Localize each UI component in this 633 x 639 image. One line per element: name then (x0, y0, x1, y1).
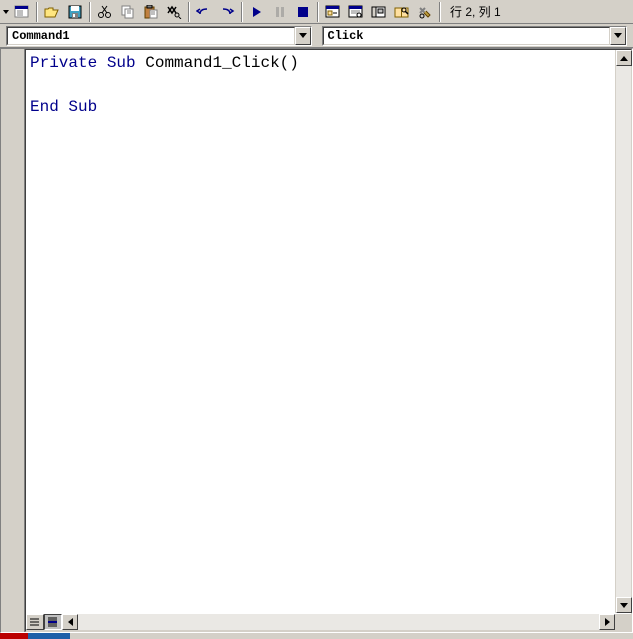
editor-inner: Private Sub Command1_Click() End Sub (25, 49, 632, 632)
procedure-view-button[interactable] (26, 614, 44, 630)
scroll-right-button[interactable] (599, 614, 615, 630)
code-navigator-bar: Command1 Click (0, 24, 633, 48)
procedure-combo-arrow[interactable] (610, 27, 626, 45)
save-button[interactable] (64, 2, 86, 22)
procedure-combo-value: Click (323, 27, 611, 45)
copy-button[interactable] (117, 2, 139, 22)
scroll-left-button[interactable] (62, 614, 78, 630)
stop-button[interactable] (292, 2, 314, 22)
properties-button[interactable] (345, 2, 367, 22)
editor-frame: Private Sub Command1_Click() End Sub (0, 48, 633, 633)
main-toolbar: 行 2, 列 1 (0, 0, 633, 24)
object-combo-value: Command1 (7, 27, 295, 45)
toolbox-button[interactable] (414, 2, 436, 22)
cursor-position-label: 行 2, 列 1 (450, 3, 501, 20)
toolbar-separator (188, 2, 190, 22)
form-icon[interactable] (11, 2, 33, 22)
find-button[interactable] (163, 2, 185, 22)
keyword: Private (30, 54, 97, 72)
scroll-down-button[interactable] (616, 597, 632, 613)
toolbar-dropdown-arrow[interactable] (2, 2, 10, 22)
scroll-corner (615, 614, 631, 630)
horizontal-scrollbar[interactable] (62, 614, 615, 630)
toolbar-separator (317, 2, 319, 22)
scroll-track[interactable] (616, 66, 631, 597)
scroll-up-button[interactable] (616, 50, 632, 66)
code-editor[interactable]: Private Sub Command1_Click() End Sub (26, 50, 615, 613)
editor-bottom-bar (26, 613, 631, 631)
open-button[interactable] (41, 2, 63, 22)
run-button[interactable] (246, 2, 268, 22)
taskbar-hint (0, 633, 633, 639)
project-explorer-button[interactable] (322, 2, 344, 22)
form-layout-button[interactable] (368, 2, 390, 22)
toolbar-separator (439, 2, 441, 22)
object-combo[interactable]: Command1 (6, 26, 312, 46)
scroll-track[interactable] (78, 614, 599, 630)
object-browser-button[interactable] (391, 2, 413, 22)
full-module-view-button[interactable] (44, 614, 62, 630)
keyword: End Sub (30, 98, 97, 116)
identifier: Command1_Click() (145, 54, 299, 72)
editor-gutter (1, 49, 25, 632)
toolbar-separator (36, 2, 38, 22)
redo-button[interactable] (216, 2, 238, 22)
keyword: Sub (107, 54, 136, 72)
pause-button[interactable] (269, 2, 291, 22)
object-combo-arrow[interactable] (295, 27, 311, 45)
vertical-scrollbar[interactable] (615, 50, 631, 613)
toolbar-separator (89, 2, 91, 22)
undo-button[interactable] (193, 2, 215, 22)
view-mode-buttons (26, 614, 62, 630)
toolbar-separator (241, 2, 243, 22)
paste-button[interactable] (140, 2, 162, 22)
procedure-combo[interactable]: Click (322, 26, 628, 46)
cut-button[interactable] (94, 2, 116, 22)
